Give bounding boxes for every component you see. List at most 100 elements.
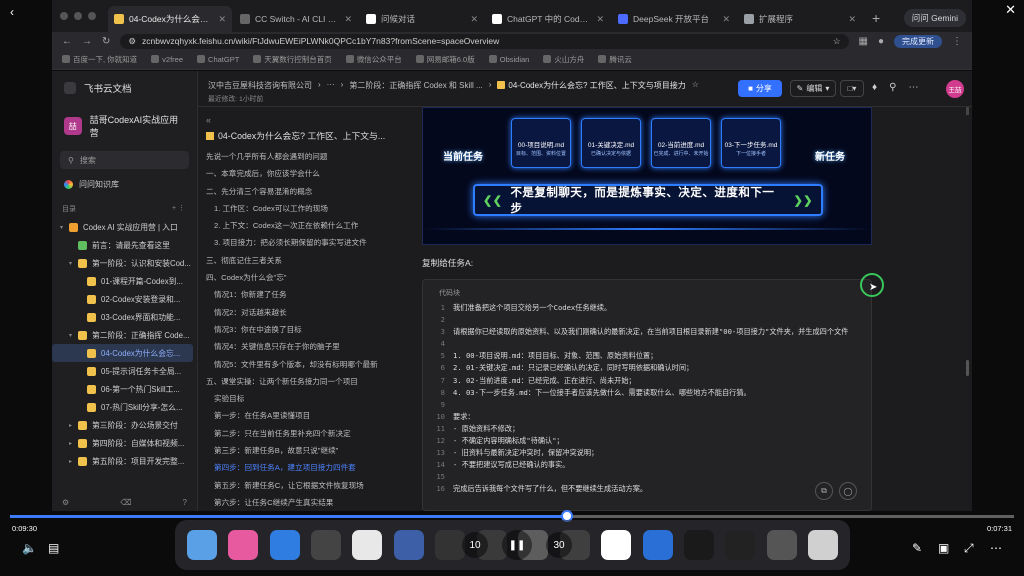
update-button[interactable]: 完成更新 bbox=[894, 34, 942, 48]
outline-item[interactable]: 第二步：只在当前任务里补充四个新决定 bbox=[206, 425, 394, 442]
outline-item[interactable]: 情况1：你新建了任务 bbox=[206, 286, 394, 303]
outline-item[interactable]: 先说一个几乎所有人都会遇到的问题 bbox=[206, 148, 394, 165]
sidebar-tree-item[interactable]: ▸ 第三阶段：办公场景交付 bbox=[52, 416, 197, 434]
sidebar-tree-item[interactable]: 03-Codex界面和功能... bbox=[52, 308, 197, 326]
search-icon[interactable]: ⚲ bbox=[889, 82, 896, 93]
ask-knowledge-base[interactable]: 问问知识库 bbox=[52, 173, 197, 196]
more-icon[interactable]: ⋯ bbox=[990, 541, 1002, 555]
address-bar[interactable]: ⚙ zcnbwvzqhyxk.feishu.cn/wiki/FtJdwuEWEi… bbox=[120, 33, 849, 49]
close-icon[interactable]: ✕ bbox=[1005, 2, 1016, 18]
back-icon[interactable]: ← bbox=[62, 36, 72, 47]
tab-close-icon[interactable]: ✕ bbox=[722, 14, 730, 25]
sidebar-tree-item[interactable]: 07-热门Skill分享-怎么... bbox=[52, 398, 197, 416]
new-tab-button[interactable]: + bbox=[872, 10, 880, 26]
sidebar-tree-item[interactable]: 02-Codex安装登录和... bbox=[52, 290, 197, 308]
sidebar-tree-item[interactable]: 前言：请最先查看这里 bbox=[52, 236, 197, 254]
outline-item[interactable]: 第六步：让任务C继续产生真实结果 bbox=[206, 494, 394, 511]
bookmark-item[interactable]: 微信公众平台 bbox=[345, 54, 402, 65]
expand-arrow-icon[interactable]: ▾ bbox=[60, 224, 69, 231]
outline-item[interactable]: 三、彻底记住三者关系 bbox=[206, 252, 394, 269]
outline-item[interactable]: 情况3：你在中途换了目标 bbox=[206, 321, 394, 338]
bookmark-item[interactable]: 天翼数行控制台首页 bbox=[253, 54, 332, 65]
outline-item[interactable]: 1. 工作区：Codex可以工作的现场 bbox=[206, 200, 394, 217]
outline-title[interactable]: 04-Codex为什么会忘? 工作区、上下文与... bbox=[206, 129, 394, 142]
outline-item[interactable]: 第一步：在任务A里读懂项目 bbox=[206, 407, 394, 424]
forward-button[interactable]: 30 bbox=[546, 532, 572, 558]
outline-item[interactable]: 第四步：回到任务A，建立项目接力四件套 bbox=[206, 459, 394, 476]
sidebar-tree-item[interactable]: ▾ 第一阶段：认识和安装Cod... bbox=[52, 254, 197, 272]
bookmark-item[interactable]: Obsidian bbox=[488, 55, 529, 64]
dock-app-icon[interactable] bbox=[269, 530, 300, 560]
expand-arrow-icon[interactable]: ▸ bbox=[69, 458, 78, 465]
pen-icon[interactable]: ✎ bbox=[912, 541, 922, 555]
comment-icon[interactable]: ◯ bbox=[839, 482, 857, 500]
sidebar-tree-item[interactable]: ▾ Codex AI 实战应用营 | 入口 bbox=[52, 218, 197, 236]
sidebar-tree-item[interactable]: 04-Codex为什么会忘... bbox=[52, 344, 193, 362]
copy-icon[interactable]: ⧉ bbox=[815, 482, 833, 500]
tab-close-icon[interactable]: ✕ bbox=[218, 14, 226, 25]
scrollbar-top[interactable] bbox=[966, 107, 969, 115]
window-controls[interactable] bbox=[60, 12, 96, 20]
sidebar-tree-item[interactable]: 01-课程开篇-Codex到... bbox=[52, 272, 197, 290]
outline-item[interactable]: 第五步：新建任务C，让它根据文件恢复现场 bbox=[206, 477, 394, 494]
trash-icon[interactable]: ⌫ bbox=[120, 498, 131, 507]
bookmark-item[interactable]: 网易邮箱6.0版 bbox=[415, 54, 475, 65]
breadcrumb-item[interactable]: ··· bbox=[327, 80, 335, 91]
help-icon[interactable]: ? bbox=[183, 498, 187, 507]
extensions-icon[interactable]: ▦ bbox=[859, 36, 868, 47]
outline-item[interactable]: 情况4：关键信息只存在于你的脑子里 bbox=[206, 338, 394, 355]
profile-icon[interactable]: ● bbox=[878, 36, 884, 47]
breadcrumb-item[interactable]: 汉中吉豆屋科技咨询有限公司 bbox=[208, 80, 312, 91]
outline-item[interactable]: 3. 项目接力：把必须长期保留的事实写进文件 bbox=[206, 234, 394, 251]
video-progress-bar[interactable] bbox=[10, 510, 1014, 522]
dock-app-icon[interactable] bbox=[186, 530, 217, 560]
outline-item[interactable]: 2. 上下文：Codex这一次正在依赖什么工作 bbox=[206, 217, 394, 234]
browser-tab[interactable]: 问候对话 ✕ bbox=[360, 6, 484, 32]
more-icon[interactable]: ⋯ bbox=[908, 82, 918, 93]
browser-tab[interactable]: CC Switch - AI CLI 配置管理 ✕ bbox=[234, 6, 358, 32]
tab-close-icon[interactable]: ✕ bbox=[848, 14, 856, 25]
expand-arrow-icon[interactable]: ▸ bbox=[69, 440, 78, 447]
bookmark-item[interactable]: 腾讯云 bbox=[598, 54, 632, 65]
sidebar-tree-item[interactable]: 05-提示词任务卡全局... bbox=[52, 362, 197, 380]
edit-button[interactable]: ✎ 编辑 ▾ bbox=[790, 80, 836, 97]
tab-close-icon[interactable]: ✕ bbox=[596, 14, 604, 25]
outline-item[interactable]: 五、课堂实操：让两个新任务接力同一个项目 bbox=[206, 373, 394, 390]
brand[interactable]: 飞书云文档 bbox=[52, 71, 197, 105]
breadcrumb-item[interactable]: 第二阶段：正确指挥 Codex 和 Skill ... bbox=[349, 80, 482, 91]
dock-app-icon[interactable] bbox=[352, 530, 383, 560]
bookmark-item[interactable]: ChatGPT bbox=[197, 55, 239, 64]
tab-close-icon[interactable]: ✕ bbox=[470, 14, 478, 25]
expand-arrow-icon[interactable]: ▾ bbox=[69, 260, 78, 267]
search-input[interactable]: ⚲ 搜索 bbox=[60, 151, 189, 169]
directory-actions[interactable]: + ⋮ bbox=[172, 204, 185, 214]
settings-icon[interactable]: ⚙ bbox=[62, 498, 69, 507]
forward-icon[interactable]: → bbox=[82, 36, 92, 47]
pause-button[interactable]: ❚❚ bbox=[502, 530, 532, 560]
dock-app-icon[interactable] bbox=[683, 530, 714, 560]
sidebar-tree-item[interactable]: ▸ 第五阶段：项目开发完整... bbox=[52, 452, 197, 470]
sidebar-tree-item[interactable]: ▾ 第二阶段：正确指挥 Code... bbox=[52, 326, 197, 344]
menu-icon[interactable]: ⋮ bbox=[952, 36, 962, 47]
expand-arrow-icon[interactable]: ▸ bbox=[69, 422, 78, 429]
outline-item[interactable]: 第三步：新建任务B，故意只说"继续" bbox=[206, 442, 394, 459]
dock-app-icon[interactable] bbox=[228, 530, 259, 560]
collapse-outline-icon[interactable]: « bbox=[206, 115, 394, 125]
bookmark-item[interactable]: 百度一下, 你就知道 bbox=[62, 54, 137, 65]
dock-app-icon[interactable] bbox=[311, 530, 342, 560]
fullscreen-icon[interactable]: ⤢ bbox=[964, 541, 974, 556]
browser-tab[interactable]: DeepSeek 开放平台 ✕ bbox=[612, 6, 736, 32]
space-header[interactable]: 喆 喆哥CodexAI实战应用营 bbox=[52, 105, 197, 147]
reload-icon[interactable]: ↻ bbox=[102, 36, 110, 47]
outline-item[interactable]: 情况5：文件里有多个版本，却没有标明哪个最新 bbox=[206, 356, 394, 373]
site-info-icon[interactable]: ⚙ bbox=[128, 36, 136, 47]
tab-close-icon[interactable]: ✕ bbox=[344, 14, 352, 25]
dock-app-icon[interactable] bbox=[435, 530, 466, 560]
star-icon[interactable]: ☆ bbox=[692, 80, 699, 91]
outline-item[interactable]: 二、先分清三个容易混淆的概念 bbox=[206, 183, 394, 200]
dock-app-icon[interactable] bbox=[725, 530, 756, 560]
browser-tab[interactable]: 04-Codex为什么会忘? 工作 ✕ bbox=[108, 6, 232, 32]
dock-app-icon[interactable] bbox=[601, 530, 632, 560]
scrollbar-thumb[interactable] bbox=[966, 360, 969, 376]
subtitles-icon[interactable]: ▤ bbox=[48, 541, 59, 555]
